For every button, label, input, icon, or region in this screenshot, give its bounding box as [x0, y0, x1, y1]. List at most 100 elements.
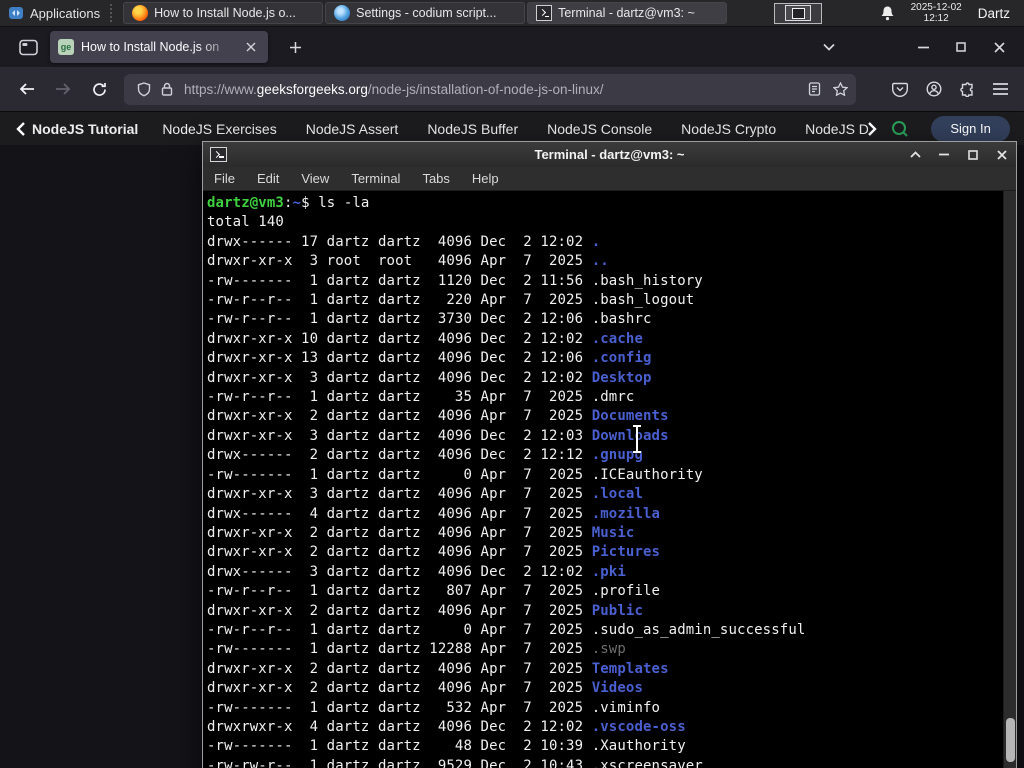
ls-filename: Public: [591, 602, 643, 619]
url-bar[interactable]: https://www.geeksforgeeks.org/node-js/in…: [124, 73, 856, 105]
site-nav-scroll-right-icon[interactable]: [868, 121, 877, 136]
terminal-scrollbar-thumb[interactable]: [1006, 718, 1015, 762]
ls-columns: drwxr-xr-x 2 dartz dartz 4096 Apr 7 2025: [207, 680, 592, 697]
maximize-button[interactable]: [946, 34, 976, 60]
ls-filename: Pictures: [591, 544, 661, 561]
extensions-icon[interactable]: [960, 81, 975, 97]
site-nav-item[interactable]: NodeJS Crypto: [681, 121, 776, 137]
terminal-icon: [536, 5, 553, 21]
reader-mode-icon[interactable]: [808, 82, 821, 96]
pocket-icon[interactable]: [892, 82, 908, 97]
prompt-command: ls -la: [318, 195, 370, 211]
ls-columns: total 140: [207, 214, 284, 231]
account-icon[interactable]: [926, 81, 942, 97]
clock[interactable]: 2025-12-02 12:12: [911, 2, 962, 24]
ls-filename: .local: [591, 486, 643, 503]
ls-filename: .sudo_as_admin_successful: [591, 621, 806, 638]
geeksforgeeks-favicon: ge: [58, 39, 74, 55]
workspace-switcher[interactable]: [774, 2, 823, 24]
ls-filename: .bash_logout: [591, 292, 695, 309]
taskbar-window-button[interactable]: How to Install Node.js o...: [123, 2, 324, 24]
ls-columns: drwx------ 3 dartz dartz 4096 Dec 2 12:0…: [207, 563, 592, 580]
site-nav-item[interactable]: NodeJS Console: [547, 121, 652, 137]
ls-columns: -rw------- 1 dartz dartz 0 Apr 7 2025: [207, 466, 592, 483]
terminal-minimize-button[interactable]: [937, 148, 951, 162]
terminal-output-line: -rw-r--r-- 1 dartz dartz 220 Apr 7 2025 …: [207, 291, 998, 310]
clock-date: 2025-12-02: [910, 2, 962, 13]
forward-button[interactable]: [48, 74, 78, 104]
close-button[interactable]: [984, 34, 1014, 60]
ls-filename: Desktop: [591, 369, 652, 386]
ls-columns: drwxrwxr-x 4 dartz dartz 4096 Dec 2 12:0…: [207, 718, 592, 735]
reload-button[interactable]: [84, 74, 114, 104]
site-nav-back-item[interactable]: NodeJS Tutorial: [16, 121, 138, 137]
ls-columns: -rw-r--r-- 1 dartz dartz 807 Apr 7 2025: [207, 583, 592, 600]
ls-filename: .bash_history: [591, 272, 703, 289]
ls-columns: -rw------- 1 dartz dartz 12288 Apr 7 202…: [207, 641, 592, 658]
ls-columns: -rw-r--r-- 1 dartz dartz 3730 Dec 2 12:0…: [207, 311, 592, 328]
terminal-output[interactable]: dartz@vm3:~$ ls -la total 140 drwx------ …: [203, 191, 1016, 768]
terminal-scrollbar[interactable]: [1003, 191, 1016, 768]
firefox-view-icon[interactable]: [14, 33, 42, 61]
ls-columns: -rw-rw-r-- 1 dartz dartz 9529 Dec 2 10:4…: [207, 757, 592, 768]
terminal-output-line: drwx------ 4 dartz dartz 4096 Apr 7 2025…: [207, 505, 998, 524]
site-nav-items: NodeJS Exercises NodeJS Assert NodeJS Buff…: [162, 121, 868, 137]
lock-icon[interactable]: [161, 82, 173, 96]
site-nav-item[interactable]: NodeJS Assert: [306, 121, 399, 137]
taskbar-window-button[interactable]: Settings - codium script...: [325, 2, 526, 24]
taskbar-window-button[interactable]: Terminal - dartz@vm3: ~: [527, 2, 728, 24]
desktop: Applications How to Install Node.js o...…: [0, 0, 1024, 768]
site-nav-item[interactable]: NodeJS Buffer: [427, 121, 518, 137]
sign-in-button[interactable]: Sign In: [931, 115, 1010, 142]
taskbar-window-title: Settings - codium script...: [356, 6, 497, 20]
back-button[interactable]: [12, 74, 42, 104]
applications-menu-button[interactable]: Applications: [0, 0, 120, 26]
terminal-window: Terminal - dartz@vm3: ~ File Edit View Term…: [202, 141, 1017, 768]
terminal-output-line: -rw-r--r-- 1 dartz dartz 3730 Dec 2 12:0…: [207, 310, 998, 329]
terminal-menu-edit[interactable]: Edit: [246, 171, 290, 186]
site-nav-item[interactable]: NodeJS DNS: [805, 121, 868, 137]
ls-columns: drwxr-xr-x 3 dartz dartz 4096 Dec 2 12:0…: [207, 427, 592, 444]
tracking-shield-icon[interactable]: [137, 81, 151, 97]
ls-columns: drwxr-xr-x 2 dartz dartz 4096 Apr 7 2025: [207, 544, 592, 561]
terminal-output-line: drwxr-xr-x 10 dartz dartz 4096 Dec 2 12:…: [207, 330, 998, 349]
site-search-icon[interactable]: [891, 120, 909, 138]
ls-columns: drwx------ 17 dartz dartz 4096 Dec 2 12:…: [207, 233, 592, 250]
browser-tab-active[interactable]: ge How to Install Node.js on: [50, 31, 268, 63]
terminal-output-line: -rw------- 1 dartz dartz 48 Dec 2 10:39 …: [207, 737, 998, 756]
url-text: https://www.geeksforgeeks.org/node-js/in…: [184, 82, 800, 97]
terminal-menu-help[interactable]: Help: [461, 171, 510, 186]
tab-close-icon[interactable]: [242, 38, 260, 56]
minimize-button[interactable]: [908, 34, 938, 60]
site-nav-item[interactable]: NodeJS Exercises: [162, 121, 276, 137]
ls-columns: -rw------- 1 dartz dartz 1120 Dec 2 11:5…: [207, 272, 592, 289]
menu-hamburger-icon[interactable]: [993, 83, 1008, 95]
ls-columns: drwxr-xr-x 3 dartz dartz 4096 Dec 2 12:0…: [207, 369, 592, 386]
ls-columns: -rw------- 1 dartz dartz 48 Dec 2 10:39: [207, 738, 592, 755]
terminal-menu-file[interactable]: File: [203, 171, 246, 186]
url-bar-actions: [808, 82, 848, 96]
mini-terminal-icon: [791, 7, 805, 19]
list-all-tabs-icon[interactable]: [814, 34, 844, 60]
bookmark-star-icon[interactable]: [833, 82, 848, 96]
ls-filename: .xscreensaver: [591, 757, 703, 768]
terminal-menu-view[interactable]: View: [290, 171, 340, 186]
ls-columns: -rw-r--r-- 1 dartz dartz 0 Apr 7 2025: [207, 621, 592, 638]
browser-tab-bar: ge How to Install Node.js on: [0, 27, 1024, 67]
terminal-menu-tabs[interactable]: Tabs: [411, 171, 460, 186]
notification-bell-icon[interactable]: [880, 5, 895, 21]
terminal-maximize-button[interactable]: [966, 148, 980, 162]
new-tab-button[interactable]: [282, 34, 308, 60]
prompt-separator: :: [283, 195, 293, 211]
terminal-title-bar[interactable]: Terminal - dartz@vm3: ~: [203, 142, 1016, 167]
terminal-window-icon: [210, 147, 227, 162]
terminal-close-button[interactable]: [995, 148, 1009, 162]
user-menu[interactable]: Dartz: [978, 6, 1010, 21]
ls-filename: .cache: [591, 330, 643, 347]
ls-filename: Documents: [591, 408, 669, 425]
terminal-output-line: -rw------- 1 dartz dartz 12288 Apr 7 202…: [207, 640, 998, 659]
shade-button[interactable]: [908, 148, 922, 162]
terminal-output-line: drwxr-xr-x 2 dartz dartz 4096 Apr 7 2025…: [207, 524, 998, 543]
terminal-menu-terminal[interactable]: Terminal: [340, 171, 411, 186]
terminal-output-line: drwxr-xr-x 2 dartz dartz 4096 Apr 7 2025…: [207, 660, 998, 679]
